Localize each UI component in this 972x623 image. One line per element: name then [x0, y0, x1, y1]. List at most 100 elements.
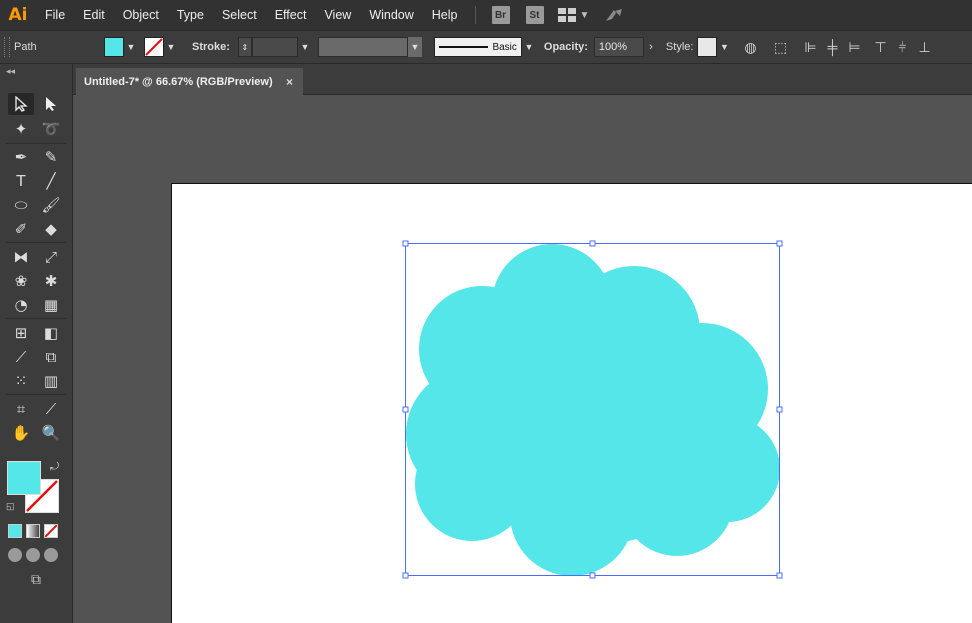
direct-selection-tool-icon[interactable] — [38, 93, 64, 115]
opacity-input[interactable]: 100% — [593, 37, 644, 57]
handle-top-center — [589, 240, 596, 247]
paintbrush-tool-icon[interactable]: 🖌 — [38, 194, 64, 216]
zoom-tool-icon[interactable]: 🔍 — [38, 422, 64, 444]
fill-dropdown[interactable]: ▼ — [124, 37, 138, 57]
menu-bar: Ai File Edit Object Type Select Effect V… — [0, 0, 972, 30]
eraser-tool-icon[interactable]: ◆ — [38, 218, 64, 240]
artboard-tool-icon[interactable]: ⌗ — [8, 398, 34, 420]
none-mode-icon[interactable] — [44, 524, 58, 538]
draw-normal-icon[interactable] — [8, 548, 22, 562]
document-tab[interactable]: Untitled-7* @ 66.67% (RGB/Preview) × — [76, 68, 303, 95]
artboard[interactable] — [171, 183, 972, 623]
magic-wand-tool-icon[interactable]: ✦ — [8, 118, 34, 140]
hand-tool-icon[interactable]: ✋ — [8, 422, 34, 444]
tool-divider — [6, 242, 66, 243]
perspective-grid-tool-icon[interactable]: ▦ — [38, 294, 64, 316]
selection-tool-icon[interactable] — [8, 93, 34, 115]
draw-mode-row — [8, 548, 64, 564]
menu-help[interactable]: Help — [423, 0, 467, 30]
document-tab-bar: Untitled-7* @ 66.67% (RGB/Preview) × — [73, 64, 972, 95]
brush-dropdown[interactable]: ▼ — [522, 37, 536, 57]
align-horizontal-center-icon[interactable]: ╪ — [821, 37, 843, 57]
tool-divider — [6, 143, 66, 144]
recolor-artwork-icon[interactable]: ◍ — [739, 37, 761, 57]
lasso-tool-icon[interactable]: ➰ — [38, 118, 64, 140]
curvature-tool-icon[interactable]: ✎ — [38, 146, 64, 168]
handle-middle-right — [776, 406, 783, 413]
brush-definition[interactable]: Basic — [433, 37, 522, 57]
stroke-swatch[interactable] — [144, 37, 164, 57]
align-vertical-center-icon[interactable]: ⫩ — [891, 37, 913, 57]
draw-inside-icon[interactable] — [44, 548, 58, 562]
gpu-performance-icon[interactable] — [603, 5, 625, 25]
symbol-sprayer-tool-icon[interactable]: ⁙ — [8, 370, 34, 392]
menu-file[interactable]: File — [36, 0, 74, 30]
cloud-shape — [406, 244, 780, 576]
variable-width-dropdown[interactable]: ▼ — [407, 37, 422, 57]
type-tool-icon[interactable]: T — [8, 170, 34, 192]
graphic-style-dropdown[interactable]: ▼ — [717, 37, 731, 57]
screen-mode-icon[interactable]: ⧉ — [24, 571, 48, 589]
document-tab-title: Untitled-7* @ 66.67% (RGB/Preview) — [84, 75, 273, 88]
fill-color-box[interactable] — [7, 461, 41, 495]
color-mode-icon[interactable] — [8, 524, 22, 538]
handle-top-right — [776, 240, 783, 247]
canvas-area[interactable] — [73, 95, 972, 623]
mesh-tool-icon[interactable]: ⊞ — [8, 322, 34, 344]
menu-edit[interactable]: Edit — [74, 0, 114, 30]
stroke-weight-dropdown[interactable]: ▼ — [298, 37, 312, 57]
fill-stroke-control: ⤾ ◱ — [6, 461, 66, 517]
style-label: Style: — [665, 41, 694, 53]
close-icon[interactable]: × — [286, 75, 293, 89]
chevron-down-icon: ▼ — [579, 9, 590, 21]
bridge-icon[interactable]: Br — [491, 6, 510, 24]
reflect-tool-icon[interactable]: ⧓ — [8, 246, 34, 268]
align-right-icon[interactable]: ⊨ — [843, 37, 865, 57]
menu-view[interactable]: View — [315, 0, 360, 30]
gradient-mode-icon[interactable] — [26, 524, 40, 538]
handle-bottom-left — [402, 572, 409, 579]
menu-select[interactable]: Select — [213, 0, 266, 30]
control-bar-grip[interactable] — [4, 37, 10, 57]
graphic-style-swatch[interactable] — [697, 37, 718, 57]
menu-window[interactable]: Window — [360, 0, 422, 30]
app-logo: Ai — [8, 5, 28, 25]
scale-tool-icon[interactable]: ⤢ — [38, 246, 64, 268]
fill-swatch[interactable] — [104, 37, 124, 57]
collapse-panel-icon[interactable]: ◂◂ — [6, 66, 15, 77]
draw-behind-icon[interactable] — [26, 548, 40, 562]
default-fill-stroke-icon[interactable]: ◱ — [6, 501, 15, 512]
tool-divider — [6, 318, 66, 319]
tools-panel: ◂◂ ✦ ➰ ✒ ✎ T ╱ ⬭ 🖌 ✐ ◆ ⧓ ⤢ ❀ ✱ ◔ ▦ ⊞ ◧ ⟋… — [0, 64, 73, 623]
swap-fill-stroke-icon[interactable]: ⤾ — [50, 461, 59, 474]
stroke-dropdown[interactable]: ▼ — [164, 37, 178, 57]
free-transform-tool-icon[interactable]: ✱ — [38, 270, 64, 292]
handle-top-left — [402, 240, 409, 247]
ellipse-tool-icon[interactable]: ⬭ — [8, 194, 34, 216]
slice-tool-icon[interactable]: ⟋ — [38, 398, 64, 420]
align-left-icon[interactable]: ⊫ — [799, 37, 821, 57]
opacity-arrow[interactable]: › — [644, 37, 658, 57]
line-segment-tool-icon[interactable]: ╱ — [38, 170, 64, 192]
handle-middle-left — [402, 406, 409, 413]
pen-tool-icon[interactable]: ✒ — [8, 146, 34, 168]
stroke-weight-input[interactable] — [251, 37, 298, 57]
shaper-tool-icon[interactable]: ✐ — [8, 218, 34, 240]
warp-tool-icon[interactable]: ❀ — [8, 270, 34, 292]
menu-object[interactable]: Object — [114, 0, 168, 30]
arrange-documents-button[interactable]: ▼ — [557, 8, 590, 22]
eyedropper-tool-icon[interactable]: ⟋ — [8, 346, 34, 368]
brush-stroke-preview — [438, 46, 489, 48]
blend-tool-icon[interactable]: ⧉ — [38, 346, 64, 368]
gradient-tool-icon[interactable]: ◧ — [38, 322, 64, 344]
align-to-icon[interactable]: ⬚ — [769, 37, 791, 57]
stock-icon[interactable]: St — [525, 6, 544, 24]
variable-width-profile[interactable] — [317, 37, 408, 57]
menu-effect[interactable]: Effect — [266, 0, 316, 30]
align-top-icon[interactable]: ⊤ — [869, 37, 891, 57]
align-bottom-icon[interactable]: ⊥ — [913, 37, 935, 57]
column-graph-tool-icon[interactable]: ▥ — [38, 370, 64, 392]
stroke-weight-stepper[interactable]: ⇕ — [237, 37, 252, 57]
menu-type[interactable]: Type — [168, 0, 213, 30]
shape-builder-tool-icon[interactable]: ◔ — [8, 294, 34, 316]
